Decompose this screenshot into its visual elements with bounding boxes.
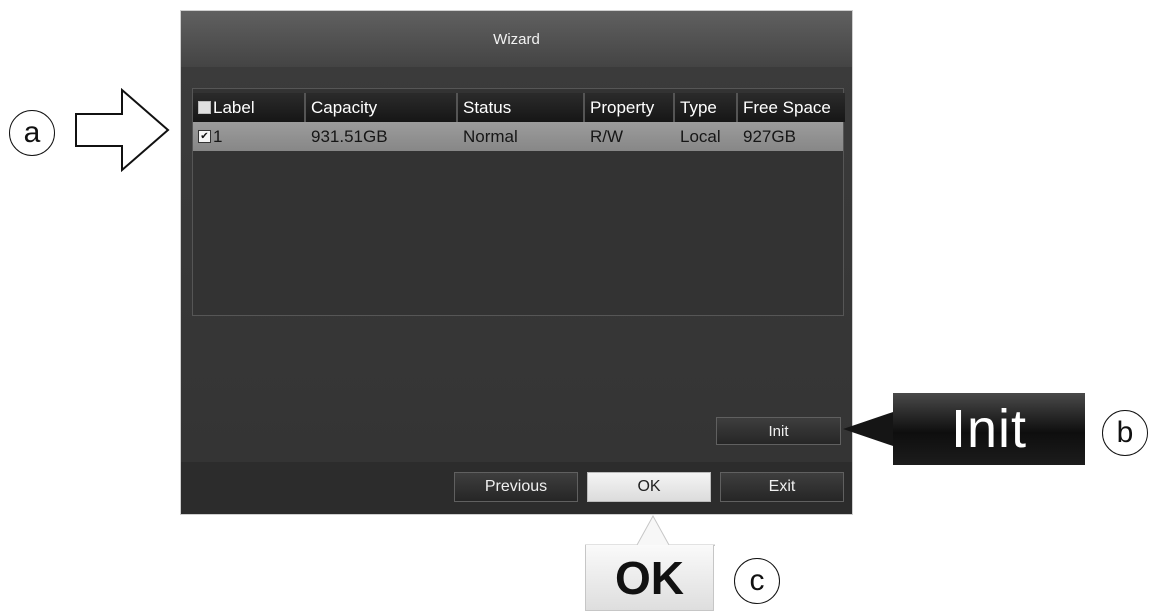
cell-status: Normal: [463, 126, 518, 146]
init-callout-label: Init: [893, 393, 1085, 465]
table-header-row: Label Capacity Status Property Type Free…: [193, 93, 845, 122]
ok-callout-pointer: [585, 514, 715, 546]
checkbox-unchecked-icon[interactable]: [198, 101, 211, 114]
checkbox-checked-icon[interactable]: ✔: [198, 130, 211, 143]
column-header-type[interactable]: Type: [675, 93, 738, 122]
table-row[interactable]: ✔ 1 931.51GB Normal R/W Local 927GB: [193, 122, 843, 151]
column-header-free-space[interactable]: Free Space: [738, 93, 845, 122]
cell-label: ✔ 1: [193, 122, 306, 151]
cell-free-space: 927GB: [743, 126, 796, 146]
callout-c-circle: c: [734, 558, 780, 604]
callout-b-circle: b: [1102, 410, 1148, 456]
cell-property: R/W: [590, 126, 624, 146]
exit-button[interactable]: Exit: [720, 472, 844, 502]
callout-c-letter: c: [749, 564, 765, 597]
cell-type: Local: [680, 126, 721, 146]
wizard-dialog: Wizard Label Capacity Status Property Ty…: [180, 10, 853, 515]
dialog-content: Label Capacity Status Property Type Free…: [181, 67, 852, 462]
callout-a-circle: a: [9, 110, 55, 156]
dialog-title-bar: Wizard: [181, 11, 852, 67]
cell-capacity: 931.51GB: [311, 126, 388, 146]
column-header-property[interactable]: Property: [585, 93, 675, 122]
ok-button[interactable]: OK: [587, 472, 711, 502]
dialog-footer: Previous OK Exit: [181, 462, 852, 514]
callout-a-letter: a: [23, 116, 41, 149]
dialog-title: Wizard: [493, 30, 540, 48]
column-header-capacity[interactable]: Capacity: [306, 93, 458, 122]
init-button[interactable]: Init: [716, 417, 841, 445]
hdd-table: Label Capacity Status Property Type Free…: [192, 88, 845, 316]
init-callout-pointer: [843, 410, 899, 448]
column-header-label[interactable]: Label: [193, 93, 306, 122]
previous-button[interactable]: Previous: [454, 472, 578, 502]
callout-b-letter: b: [1116, 416, 1134, 449]
column-header-status[interactable]: Status: [458, 93, 585, 122]
ok-callout-label: OK: [585, 545, 714, 611]
right-arrow-outline-icon: [75, 88, 170, 172]
